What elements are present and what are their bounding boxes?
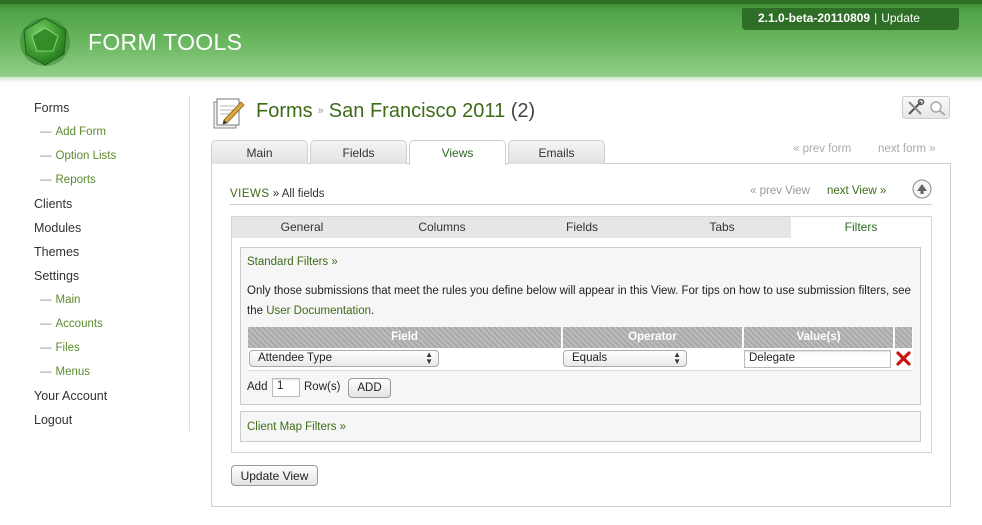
nav-menus[interactable]: — Menus [40, 366, 90, 378]
column-header-values: Value(s) [744, 327, 894, 348]
views-breadcrumb: VIEWS » All fields [230, 188, 325, 200]
field-select-value: Attendee Type [258, 352, 332, 364]
tab-views[interactable]: Views [409, 140, 506, 165]
version-separator: | [874, 11, 878, 25]
field-select[interactable]: Attendee Type ▲ ▼ [249, 350, 439, 367]
select-arrows-icon: ▲ ▼ [673, 350, 681, 366]
subtab-filters[interactable]: Filters [791, 217, 931, 238]
tab-main[interactable]: Main [211, 140, 308, 164]
tab-fields[interactable]: Fields [310, 140, 407, 164]
nav-add-form[interactable]: — Add Form [40, 126, 106, 138]
app-header: FORM TOOLS 2.1.0-beta-20110809 | Update [0, 0, 982, 77]
add-label: Add [247, 381, 268, 393]
operator-select[interactable]: Equals ▲ ▼ [563, 350, 687, 367]
view-name: All fields [281, 188, 325, 200]
nav-divider [189, 96, 190, 431]
tool-icons [902, 96, 950, 119]
version-bar: 2.1.0-beta-20110809 | Update [742, 8, 959, 30]
delete-row-icon[interactable] [896, 351, 911, 366]
form-name: San Francisco 2011 [328, 100, 506, 122]
nav-logout[interactable]: Logout [34, 413, 72, 427]
nav-forms[interactable]: Forms [34, 101, 69, 115]
column-header-operator: Operator [563, 327, 743, 348]
app-name: FORM TOOLS [88, 29, 243, 55]
user-documentation-link[interactable]: User Documentation [266, 305, 371, 317]
standard-filters-link[interactable]: Standard Filters » [247, 256, 338, 268]
nav-settings-main[interactable]: — Main [40, 294, 80, 306]
filter-description: Only those submissions that meet the rul… [247, 281, 917, 321]
client-map-filters-link[interactable]: Client Map Filters » [247, 421, 346, 433]
version-label: 2.1.0-beta-20110809 [758, 11, 871, 25]
add-rows-count-input[interactable]: 1 [272, 378, 300, 397]
filter-description-end: . [371, 305, 375, 317]
standard-filters-box [240, 247, 921, 405]
form-tools-logo-icon[interactable] [18, 14, 72, 68]
subtab-tabs[interactable]: Tabs [652, 217, 792, 238]
views-link[interactable]: VIEWS [230, 188, 270, 200]
nav-files[interactable]: — Files [40, 342, 80, 354]
rows-label: Row(s) [304, 381, 341, 393]
views-underline [230, 204, 932, 205]
views-breadcrumb-separator: » [272, 188, 280, 200]
subtab-general[interactable]: General [232, 217, 372, 238]
operator-select-value: Equals [572, 352, 608, 364]
nav-your-account[interactable]: Your Account [34, 389, 107, 403]
nav-accounts[interactable]: — Accounts [40, 318, 103, 330]
form-id: (2) [510, 100, 536, 122]
nav-modules[interactable]: Modules [34, 221, 81, 235]
tab-emails[interactable]: Emails [508, 140, 605, 164]
prev-form-link[interactable]: « prev form [793, 143, 851, 155]
nav-option-lists[interactable]: — Option Lists [40, 150, 116, 162]
column-header-field: Field [248, 327, 562, 348]
value-input[interactable]: Delegate [744, 350, 891, 368]
nav-reports[interactable]: — Reports [40, 174, 96, 186]
edit-form-icon [213, 98, 245, 129]
page-title: Forms » San Francisco 2011 (2) [256, 100, 535, 123]
nav-clients[interactable]: Clients [34, 197, 72, 211]
add-rows-button[interactable]: ADD [348, 378, 391, 398]
breadcrumb-separator: » [317, 105, 324, 117]
column-header-delete [895, 327, 913, 348]
tools-icon[interactable] [906, 98, 926, 117]
prev-view-link[interactable]: « prev View [750, 185, 810, 197]
subtab-fields[interactable]: Fields [512, 217, 652, 238]
next-form-link[interactable]: next form » [878, 143, 936, 155]
update-view-button[interactable]: Update View [231, 465, 318, 486]
breadcrumb-forms[interactable]: Forms [256, 100, 313, 122]
next-view-link[interactable]: next View » [827, 185, 886, 197]
header-shadow [0, 77, 982, 83]
up-arrow-icon[interactable] [912, 179, 932, 199]
select-arrows-icon: ▲ ▼ [425, 350, 433, 366]
nav-settings[interactable]: Settings [34, 269, 79, 283]
update-link[interactable]: Update [881, 11, 920, 25]
nav-themes[interactable]: Themes [34, 245, 79, 259]
search-icon[interactable] [928, 99, 948, 117]
subtab-columns[interactable]: Columns [372, 217, 512, 238]
